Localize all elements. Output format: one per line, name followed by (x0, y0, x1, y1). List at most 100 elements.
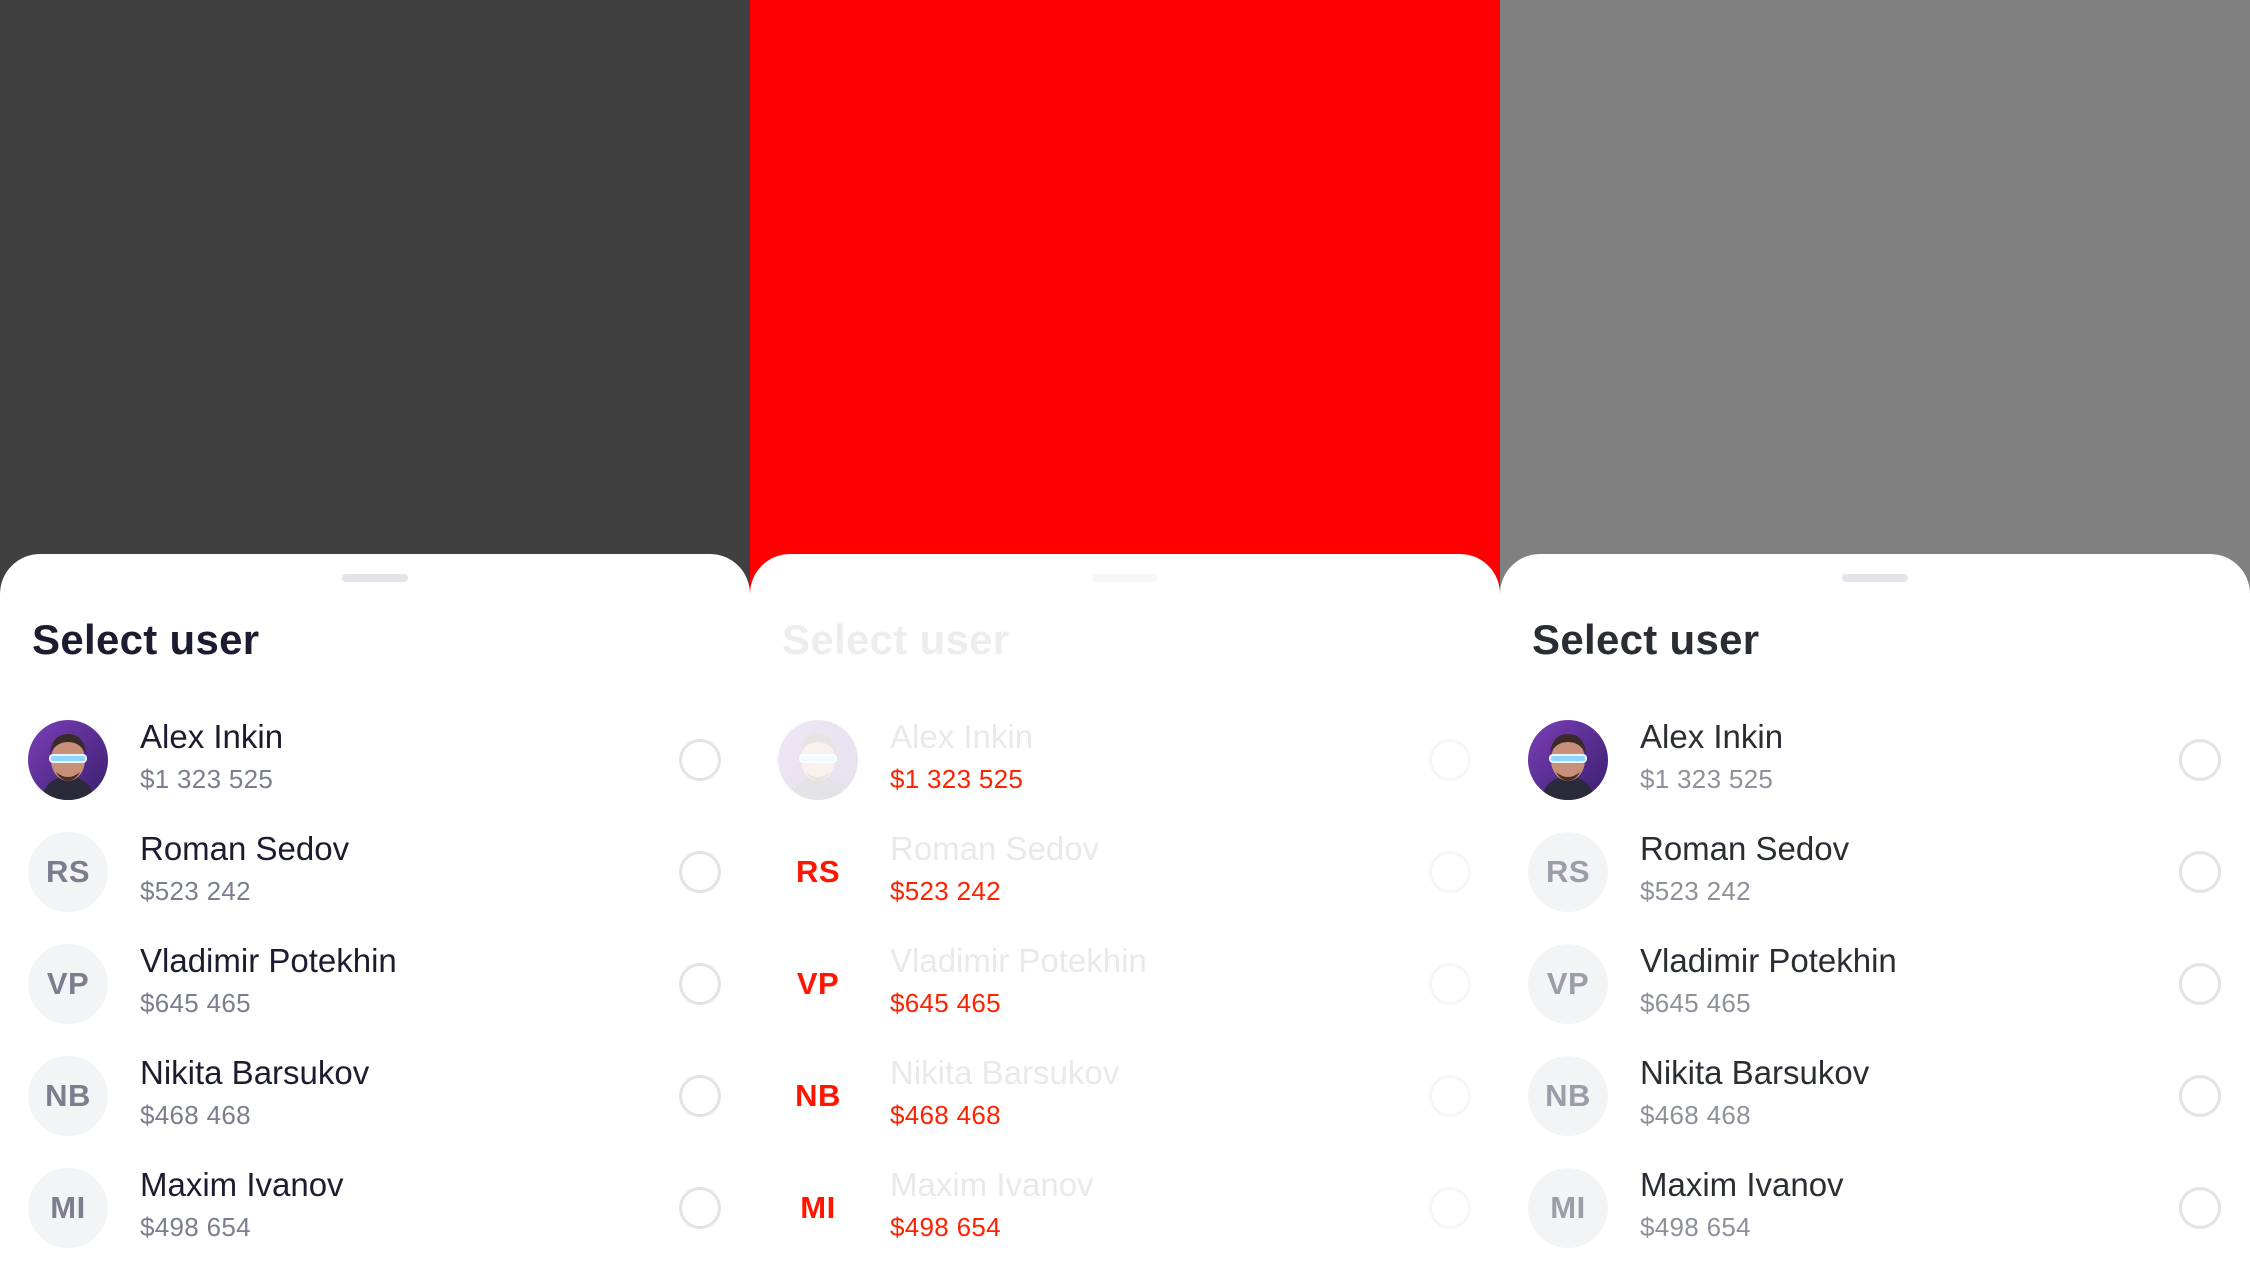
avatar: VP (28, 944, 108, 1024)
user-list: Alex Inkin $1 323 525 RS Roman Sedov $52… (0, 704, 750, 1264)
avatar-initials: VP (796, 966, 840, 1001)
avatar: NB (28, 1056, 108, 1136)
user-row[interactable]: RS Roman Sedov $523 242 (0, 816, 750, 928)
avatar (1528, 720, 1608, 800)
user-balance: $498 654 (1640, 1212, 1751, 1242)
user-name: Roman Sedov (1640, 830, 1850, 867)
sheet-title: Select user (32, 616, 260, 663)
avatar-initials: RS (1545, 854, 1591, 889)
user-row[interactable]: VP Vladimir Potekhin $645 465 (750, 928, 1500, 1040)
user-name: Nikita Barsukov (1640, 1054, 1870, 1091)
user-row[interactable]: MI Maxim Ivanov $498 654 (0, 1152, 750, 1264)
avatar: MI (28, 1168, 108, 1248)
user-balance: $645 465 (1640, 988, 1751, 1018)
avatar-initials: VP (1546, 966, 1590, 1001)
avatar: NB (778, 1056, 858, 1136)
avatar-initials: RS (45, 854, 91, 889)
preview-panel-neutral: Select user Alex Inkin $1 323 525 RS Rom… (1500, 0, 2250, 1266)
avatar-initials: MI (800, 1190, 836, 1225)
user-balance: $1 323 525 (890, 764, 1024, 794)
select-radio[interactable] (679, 1075, 721, 1117)
user-balance: $645 465 (140, 988, 251, 1018)
select-radio[interactable] (679, 739, 721, 781)
user-name: Alex Inkin (1640, 718, 1784, 755)
avatar: RS (1528, 832, 1608, 912)
user-row[interactable]: MI Maxim Ivanov $498 654 (1500, 1152, 2250, 1264)
user-name: Vladimir Potekhin (890, 942, 1147, 979)
select-radio[interactable] (2179, 1187, 2221, 1229)
user-photo-icon (28, 720, 108, 800)
user-row[interactable]: NB Nikita Barsukov $468 468 (1500, 1040, 2250, 1152)
preview-panel-default: Select user Alex Inkin $1 323 525 RS Rom… (0, 0, 750, 1266)
bottom-sheet: Select user Alex Inkin $1 323 525 RS Rom… (0, 554, 750, 1266)
avatar: RS (778, 832, 858, 912)
user-row[interactable]: NB Nikita Barsukov $468 468 (0, 1040, 750, 1152)
avatar-initials: VP (46, 966, 90, 1001)
sheet-drag-handle[interactable] (1092, 574, 1158, 582)
bottom-sheet: Select user Alex Inkin $1 323 525 RS Rom… (1500, 554, 2250, 1266)
user-balance: $523 242 (140, 876, 251, 906)
select-radio[interactable] (2179, 963, 2221, 1005)
user-name: Alex Inkin (140, 718, 284, 755)
user-name: Vladimir Potekhin (1640, 942, 1897, 979)
user-balance: $498 654 (140, 1212, 251, 1242)
select-radio[interactable] (2179, 739, 2221, 781)
user-list: Alex Inkin $1 323 525 RS Roman Sedov $52… (750, 704, 1500, 1264)
avatar: VP (1528, 944, 1608, 1024)
user-row[interactable]: VP Vladimir Potekhin $645 465 (0, 928, 750, 1040)
select-radio[interactable] (679, 1187, 721, 1229)
avatar (778, 720, 858, 800)
avatar: MI (1528, 1168, 1608, 1248)
user-name: Alex Inkin (890, 718, 1034, 755)
user-name: Maxim Ivanov (1640, 1166, 1844, 1203)
user-row[interactable]: Alex Inkin $1 323 525 (1500, 704, 2250, 816)
user-balance: $468 468 (890, 1100, 1001, 1130)
avatar-initials: MI (50, 1190, 86, 1225)
user-row[interactable]: RS Roman Sedov $523 242 (1500, 816, 2250, 928)
user-balance: $1 323 525 (1640, 764, 1774, 794)
user-name: Roman Sedov (140, 830, 350, 867)
user-row[interactable]: Alex Inkin $1 323 525 (0, 704, 750, 816)
select-radio[interactable] (679, 851, 721, 893)
avatar-initials: NB (795, 1078, 841, 1113)
sheet-title: Select user (1532, 616, 1760, 663)
user-balance: $468 468 (1640, 1100, 1751, 1130)
avatar-initials: RS (795, 854, 841, 889)
user-balance: $523 242 (1640, 876, 1751, 906)
avatar: MI (778, 1168, 858, 1248)
bottom-sheet: Select user Alex Inkin $1 323 525 RS Rom… (750, 554, 1500, 1266)
preview-panel-highlight: Select user Alex Inkin $1 323 525 RS Rom… (750, 0, 1500, 1266)
user-balance: $645 465 (890, 988, 1001, 1018)
user-row[interactable]: MI Maxim Ivanov $498 654 (750, 1152, 1500, 1264)
avatar (28, 720, 108, 800)
avatar-initials: NB (1545, 1078, 1591, 1113)
select-radio[interactable] (1429, 851, 1471, 893)
select-radio[interactable] (1429, 963, 1471, 1005)
user-name: Nikita Barsukov (140, 1054, 370, 1091)
user-balance: $468 468 (140, 1100, 251, 1130)
user-row[interactable]: RS Roman Sedov $523 242 (750, 816, 1500, 928)
preview-stage: Select user Alex Inkin $1 323 525 RS Rom… (0, 0, 2250, 1266)
user-list: Alex Inkin $1 323 525 RS Roman Sedov $52… (1500, 704, 2250, 1264)
user-row[interactable]: NB Nikita Barsukov $468 468 (750, 1040, 1500, 1152)
select-radio[interactable] (679, 963, 721, 1005)
user-photo-icon (778, 720, 858, 800)
user-row[interactable]: VP Vladimir Potekhin $645 465 (1500, 928, 2250, 1040)
select-radio[interactable] (2179, 851, 2221, 893)
user-photo-icon (1528, 720, 1608, 800)
user-name: Maxim Ivanov (890, 1166, 1094, 1203)
sheet-drag-handle[interactable] (342, 574, 408, 582)
sheet-drag-handle[interactable] (1842, 574, 1908, 582)
select-radio[interactable] (1429, 1187, 1471, 1229)
select-radio[interactable] (2179, 1075, 2221, 1117)
user-name: Vladimir Potekhin (140, 942, 397, 979)
avatar: NB (1528, 1056, 1608, 1136)
avatar-initials: NB (45, 1078, 91, 1113)
user-row[interactable]: Alex Inkin $1 323 525 (750, 704, 1500, 816)
sheet-title: Select user (782, 616, 1010, 663)
user-balance: $498 654 (890, 1212, 1001, 1242)
avatar: VP (778, 944, 858, 1024)
select-radio[interactable] (1429, 1075, 1471, 1117)
user-name: Roman Sedov (890, 830, 1100, 867)
select-radio[interactable] (1429, 739, 1471, 781)
